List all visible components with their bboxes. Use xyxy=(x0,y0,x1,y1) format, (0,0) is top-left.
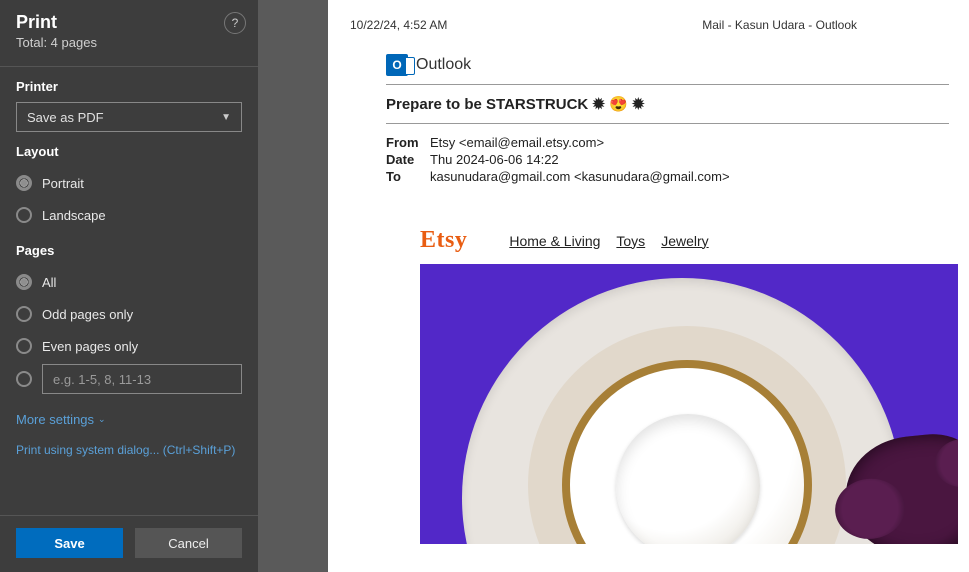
radio-icon xyxy=(16,338,32,354)
layout-label: Layout xyxy=(16,144,242,159)
outlook-icon: O xyxy=(386,54,408,76)
radio-landscape[interactable]: Landscape xyxy=(16,199,242,231)
meta-value: Thu 2024-06-06 14:22 xyxy=(430,152,559,167)
email-subject: Prepare to be STARSTRUCK ✹ 😍 ✹ xyxy=(386,95,969,113)
radio-icon xyxy=(16,306,32,322)
more-settings-label: More settings xyxy=(16,412,94,427)
etsy-nav: Etsy Home & Living Toys Jewelry xyxy=(420,227,969,254)
radio-even[interactable]: Even pages only xyxy=(16,330,242,362)
radio-icon xyxy=(16,274,32,290)
divider xyxy=(386,84,949,85)
meta-to: To kasunudara@gmail.com <kasunudara@gmai… xyxy=(386,168,969,185)
radio-odd[interactable]: Odd pages only xyxy=(16,298,242,330)
outlook-label: Outlook xyxy=(416,56,471,74)
hero-image xyxy=(420,264,958,544)
etsy-links: Home & Living Toys Jewelry xyxy=(509,233,708,249)
radio-custom-range[interactable] xyxy=(16,364,242,394)
panel-header: Print Total: 4 pages ? xyxy=(0,0,258,62)
radio-icon xyxy=(16,207,32,223)
meta-label: To xyxy=(386,169,424,184)
radio-portrait[interactable]: Portrait xyxy=(16,167,242,199)
radio-all[interactable]: All xyxy=(16,266,242,298)
more-settings-link[interactable]: More settings ⌄ xyxy=(0,394,258,431)
cancel-button[interactable]: Cancel xyxy=(135,528,242,558)
preview-timestamp: 10/22/24, 4:52 AM xyxy=(350,18,447,32)
radio-label: Even pages only xyxy=(42,339,138,354)
print-preview: 10/22/24, 4:52 AM Mail - Kasun Udara - O… xyxy=(328,0,969,572)
page-range-input[interactable] xyxy=(42,364,242,394)
link-home-living[interactable]: Home & Living xyxy=(509,233,600,249)
system-dialog-link[interactable]: Print using system dialog... (Ctrl+Shift… xyxy=(0,431,258,457)
meta-label: Date xyxy=(386,152,424,167)
meta-value: kasunudara@gmail.com <kasunudara@gmail.c… xyxy=(430,169,730,184)
outlook-brand: O Outlook xyxy=(386,54,969,76)
subject-emoji: ✹ 😍 ✹ xyxy=(592,96,644,113)
meta-value: Etsy <email@email.etsy.com> xyxy=(430,135,604,150)
chevron-down-icon: ▼ xyxy=(221,112,231,123)
meta-label: From xyxy=(386,135,424,150)
radio-label: Landscape xyxy=(42,208,106,223)
email-meta: From Etsy <email@email.etsy.com> Date Th… xyxy=(386,134,969,185)
divider xyxy=(386,123,949,124)
preview-doctitle: Mail - Kasun Udara - Outlook xyxy=(702,18,857,32)
radio-icon xyxy=(16,175,32,191)
meta-from: From Etsy <email@email.etsy.com> xyxy=(386,134,969,151)
radio-label: All xyxy=(42,275,56,290)
pages-section: Pages All Odd pages only Even pages only xyxy=(0,231,258,394)
pages-label: Pages xyxy=(16,243,242,258)
layout-radiogroup: Portrait Landscape xyxy=(16,167,242,231)
save-button[interactable]: Save xyxy=(16,528,123,558)
link-jewelry[interactable]: Jewelry xyxy=(661,233,708,249)
preview-header: 10/22/24, 4:52 AM Mail - Kasun Udara - O… xyxy=(350,18,969,54)
etsy-logo: Etsy xyxy=(420,227,467,254)
radio-label: Odd pages only xyxy=(42,307,133,322)
pages-radiogroup: All Odd pages only Even pages only xyxy=(16,266,242,394)
chevron-down-icon: ⌄ xyxy=(98,414,106,425)
printer-dropdown[interactable]: Save as PDF ▼ xyxy=(16,102,242,132)
printer-section: Printer Save as PDF ▼ xyxy=(0,67,258,132)
printer-selected: Save as PDF xyxy=(27,110,104,125)
preview-gutter xyxy=(258,0,328,572)
subject-text: Prepare to be STARSTRUCK xyxy=(386,96,592,113)
radio-label: Portrait xyxy=(42,176,84,191)
printer-label: Printer xyxy=(16,79,242,94)
meta-date: Date Thu 2024-06-06 14:22 xyxy=(386,151,969,168)
link-toys[interactable]: Toys xyxy=(616,233,645,249)
print-panel: Print Total: 4 pages ? Printer Save as P… xyxy=(0,0,258,572)
panel-footer: Save Cancel xyxy=(0,515,258,572)
radio-icon xyxy=(16,371,32,387)
layout-section: Layout Portrait Landscape xyxy=(0,132,258,231)
help-button[interactable]: ? xyxy=(224,12,246,34)
panel-title: Print xyxy=(16,12,242,33)
panel-subtitle: Total: 4 pages xyxy=(16,35,242,50)
